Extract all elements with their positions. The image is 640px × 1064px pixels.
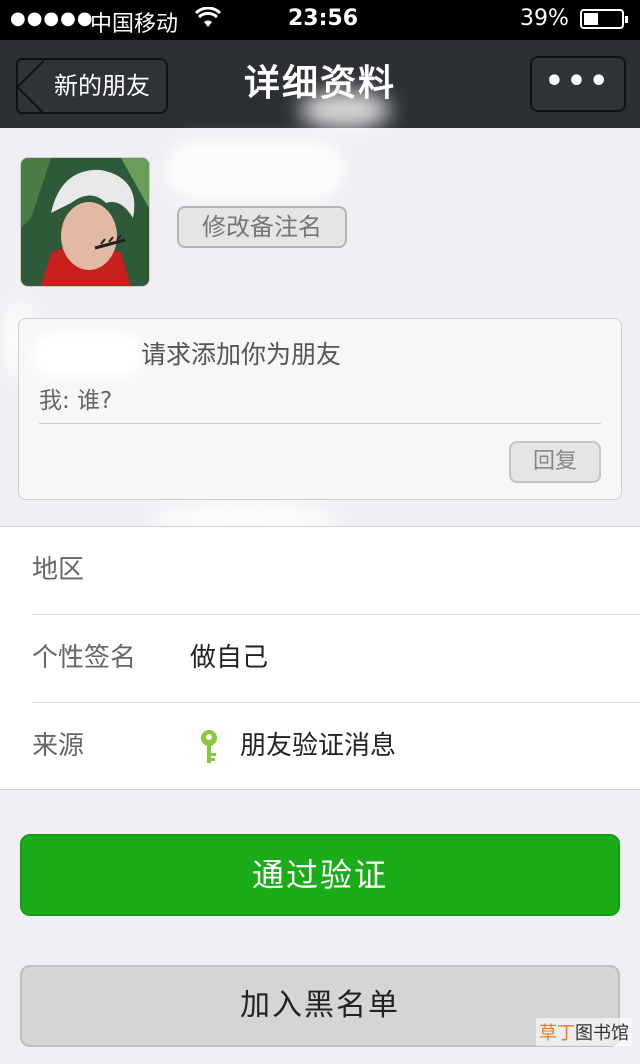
source-value: 朋友验证消息 [240, 731, 397, 761]
battery-icon [580, 9, 628, 29]
verification-message-card: 请求添加你为朋友 我: 谁? 回复 [18, 318, 622, 500]
source-row: 来源 朋友验证消息 [0, 703, 640, 790]
sender-name-redacted [33, 333, 143, 377]
region-row: 地区 [0, 527, 640, 614]
accept-verification-button[interactable]: 通过验证 [20, 834, 620, 916]
avatar[interactable] [20, 157, 150, 287]
signal-strength-icon: ●●●●● [10, 8, 94, 29]
carrier-name: 中国移动 [90, 12, 179, 37]
battery-percent: 39% [520, 6, 569, 31]
status-bar: ●●●●● 中国移动 23:56 39% [0, 0, 640, 40]
signature-label: 个性签名 [32, 643, 137, 673]
signature-value: 做自己 [190, 643, 269, 673]
image-artifact [300, 90, 390, 130]
more-button[interactable]: ••• [530, 56, 626, 112]
back-button[interactable]: 新的朋友 [16, 58, 168, 114]
watermark-accent: 草丁 [539, 1023, 575, 1044]
reply-button[interactable]: 回复 [509, 441, 601, 483]
watermark: 草丁图书馆 [536, 1018, 632, 1046]
request-text: 请求添加你为朋友 [141, 340, 342, 369]
signature-row: 个性签名 做自己 [0, 615, 640, 702]
info-group: 地区 个性签名 做自己 来源 朋友验证消息 [0, 526, 640, 790]
divider [39, 423, 601, 424]
add-to-blacklist-button[interactable]: 加入黑名单 [20, 965, 620, 1047]
back-button-label: 新的朋友 [54, 72, 150, 100]
display-name-redacted [165, 140, 345, 200]
wifi-icon [194, 6, 222, 35]
region-label: 地区 [32, 555, 85, 585]
edit-remark-button[interactable]: 修改备注名 [177, 206, 347, 248]
key-icon [197, 729, 221, 765]
source-label: 来源 [32, 731, 85, 761]
region-value-redacted [180, 547, 270, 587]
clock: 23:56 [288, 6, 359, 31]
watermark-text: 图书馆 [575, 1023, 629, 1044]
reply-text: 我: 谁? [39, 388, 113, 414]
